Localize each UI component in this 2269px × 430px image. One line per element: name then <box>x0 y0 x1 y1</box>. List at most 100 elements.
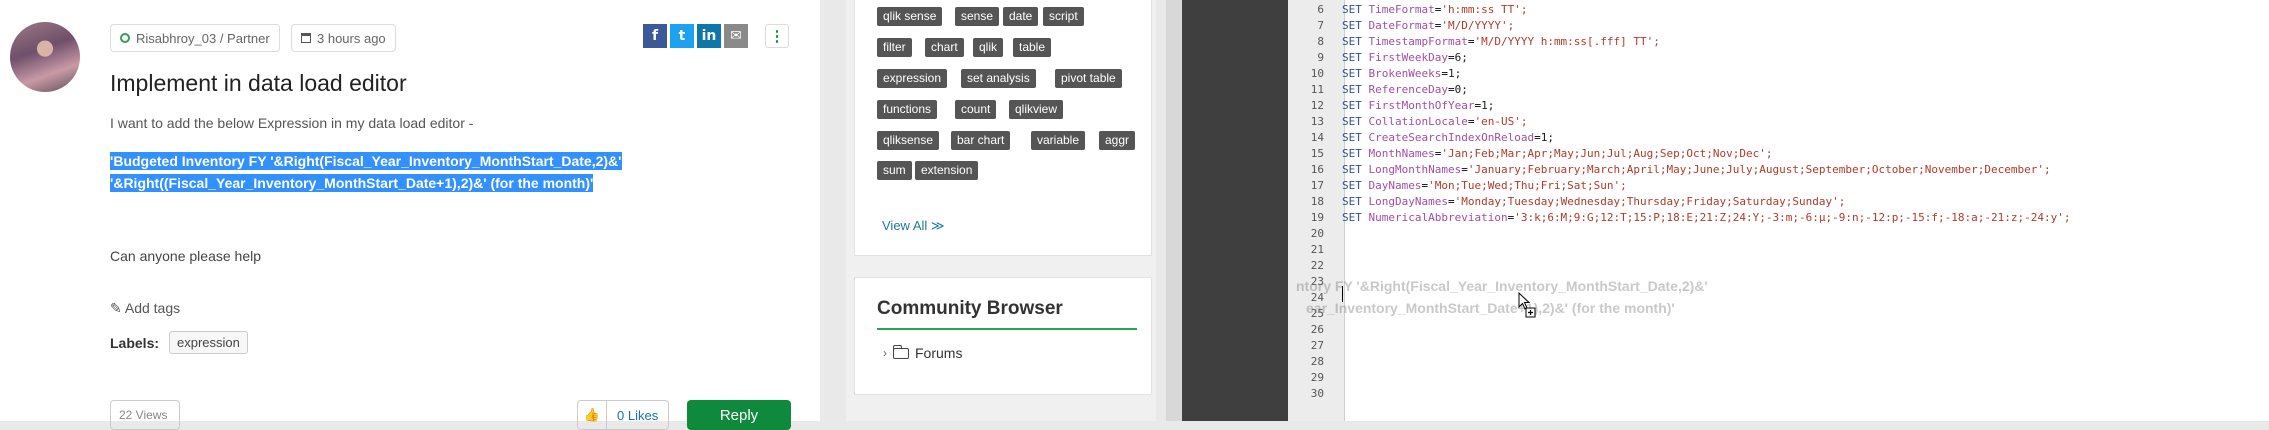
community-browser-card: Community Browser › Forums <box>854 277 1152 395</box>
keyword-token: SET <box>1342 51 1362 64</box>
line-number: 15 <box>1310 147 1324 160</box>
author-name[interactable]: Risabhroy_03 / Partner <box>136 31 270 46</box>
tag-item[interactable]: script <box>1043 7 1084 26</box>
value-token: 1; <box>1540 131 1554 144</box>
code-line[interactable]: SET CreateSearchIndexOnReload=1; <box>1342 130 1554 146</box>
variable-token: DayNames <box>1368 179 1422 192</box>
line-number: 6 <box>1317 3 1324 16</box>
value-token: 'Jan;Feb;Mar;Apr;May;Jun;Jul;Aug;Sep;Oct… <box>1441 147 1773 160</box>
selected-expression[interactable]: 'Budgeted Inventory FY '&Right(Fiscal_Ye… <box>110 150 622 194</box>
labels-heading: Labels: <box>110 334 160 351</box>
pencil-icon: ✎ <box>110 300 122 316</box>
code-line[interactable]: SET MonthNames='Jan;Feb;Mar;Apr;May;Jun;… <box>1342 146 1773 162</box>
like-button[interactable]: 👍 0 Likes <box>577 400 669 430</box>
forums-tree-item[interactable]: › Forums <box>883 344 962 361</box>
tag-item[interactable]: aggr <box>1099 131 1136 150</box>
keyword-token: SET <box>1342 35 1362 48</box>
code-line[interactable]: SET FirstMonthOfYear=1; <box>1342 98 1494 114</box>
code-line[interactable]: SET LongDayNames='Monday;Tuesday;Wednesd… <box>1342 194 1845 210</box>
tag-item[interactable]: expression <box>877 69 948 88</box>
post-help-text: Can anyone please help <box>110 248 262 264</box>
drag-copy-cursor-icon <box>1518 292 1536 318</box>
title-underline <box>877 328 1137 330</box>
code-line[interactable]: SET FirstWeekDay=6; <box>1342 50 1468 66</box>
line-number: 9 <box>1317 51 1324 64</box>
variable-token: CollationLocale <box>1368 115 1468 128</box>
add-tags-link[interactable]: ✎ Add tags <box>110 300 180 317</box>
code-line[interactable]: SET LongMonthNames='January;February;Mar… <box>1342 162 2051 178</box>
variable-token: ReferenceDay <box>1368 83 1448 96</box>
code-line[interactable]: SET ReferenceDay=0; <box>1342 82 1468 98</box>
reply-button[interactable]: Reply <box>687 400 791 430</box>
tag-item[interactable]: filter <box>877 38 912 57</box>
add-tags-label[interactable]: Add tags <box>125 300 180 316</box>
code-line[interactable]: SET CollationLocale='en-US'; <box>1342 114 1527 130</box>
calendar-icon <box>301 33 311 43</box>
value-token: 'Mon;Tue;Wed;Thu;Fri;Sat;Sun'; <box>1428 179 1627 192</box>
views-count: 22 Views <box>110 400 180 430</box>
label-chip-expression[interactable]: expression <box>169 331 248 354</box>
linkedin-icon[interactable]: in <box>697 24 721 48</box>
line-number: 10 <box>1310 67 1324 80</box>
tag-item[interactable]: chart <box>925 38 964 57</box>
line-number: 8 <box>1317 35 1324 48</box>
tag-item[interactable]: set analysis <box>961 69 1036 88</box>
tag-item[interactable]: variable <box>1031 131 1086 150</box>
keyword-token: SET <box>1342 147 1362 160</box>
tag-item[interactable]: functions <box>877 100 938 119</box>
tag-item[interactable]: qlik sense <box>877 7 943 26</box>
keyword-token: SET <box>1342 195 1362 208</box>
tag-item[interactable]: qlik <box>973 38 1004 57</box>
value-token: '3:k;6:M;9:G;12:T;15:P;18:E;21:Z;24:Y;-3… <box>1514 211 2071 224</box>
value-token: 'h:mm:ss TT'; <box>1441 3 1528 16</box>
code-line[interactable]: SET TimestampFormat='M/D/YYYY h:mm:ss[.f… <box>1342 34 1660 50</box>
tag-item[interactable]: bar chart <box>951 131 1011 150</box>
code-line[interactable]: SET BrokenWeeks=1; <box>1342 66 1461 82</box>
email-icon[interactable]: ✉ <box>724 24 748 48</box>
code-line[interactable]: SET NumericalAbbreviation='3:k;6:M;9:G;1… <box>1342 210 2071 226</box>
variable-token: NumericalAbbreviation <box>1368 211 1508 224</box>
tag-item[interactable]: pivot table <box>1055 69 1122 88</box>
tag-item[interactable]: count <box>955 100 997 119</box>
code-line[interactable]: SET DayNames='Mon;Tue;Wed;Thu;Fri;Sat;Su… <box>1342 178 1627 194</box>
keyword-token: SET <box>1342 19 1362 32</box>
tag-item[interactable]: qliksense <box>877 131 940 150</box>
code-line[interactable]: SET DateFormat='M/D/YYYY'; <box>1342 18 1514 34</box>
thumbs-up-icon[interactable]: 👍 <box>578 401 607 429</box>
line-number: 19 <box>1310 211 1324 224</box>
tag-item[interactable]: date <box>1003 7 1039 26</box>
variable-token: CreateSearchIndexOnReload <box>1368 131 1535 144</box>
data-load-editor[interactable]: 6 SET TimeFormat='h:mm:ss TT'; 7 SET DateFo… <box>1288 0 2269 421</box>
tags-card: qlik sense sense date script filter char… <box>854 0 1152 256</box>
code-line[interactable]: SET TimeFormat='h:mm:ss TT'; <box>1342 2 1527 18</box>
value-token: 'M/D/YYYY h:mm:ss[.fff] TT'; <box>1474 35 1660 48</box>
variable-token: MonthNames <box>1368 147 1435 160</box>
tag-item[interactable]: sum <box>877 161 912 180</box>
chevron-right-icon[interactable]: › <box>883 346 887 360</box>
value-token: 1; <box>1481 99 1495 112</box>
twitter-icon[interactable]: t <box>670 24 694 48</box>
tag-item[interactable]: extension <box>915 161 979 180</box>
author-avatar[interactable] <box>10 22 80 92</box>
forums-label[interactable]: Forums <box>915 345 962 361</box>
keyword-token: SET <box>1342 3 1362 16</box>
variable-token: LongDayNames <box>1368 195 1448 208</box>
line-number: 7 <box>1317 19 1324 32</box>
post-time: 3 hours ago <box>317 30 386 46</box>
tag-item[interactable]: qlikview <box>1009 100 1064 119</box>
more-options-button[interactable]: ⋮ <box>765 24 789 48</box>
author-chip[interactable]: Risabhroy_03 / Partner <box>110 24 280 52</box>
expression-line-2[interactable]: '&Right((Fiscal_Year_Inventory_MonthStar… <box>110 174 594 192</box>
views-label: 22 Views <box>119 408 168 422</box>
tag-item[interactable]: table <box>1013 38 1052 57</box>
value-token: 1; <box>1447 67 1462 80</box>
community-sidebar: qlik sense sense date script filter char… <box>846 0 1156 421</box>
drag-ghost-line-1: ntory FY '&Right(Fiscal_Year_Inventory_M… <box>1296 278 1708 294</box>
line-number: 11 <box>1310 83 1324 96</box>
likes-count[interactable]: 0 Likes <box>607 408 658 423</box>
facebook-icon[interactable]: f <box>643 24 667 48</box>
view-all-tags-link[interactable]: View All ≫ <box>882 218 945 234</box>
expression-line-1[interactable]: 'Budgeted Inventory FY '&Right(Fiscal_Ye… <box>110 152 622 170</box>
line-number: 18 <box>1310 195 1324 208</box>
tag-item[interactable]: sense <box>955 7 1000 26</box>
